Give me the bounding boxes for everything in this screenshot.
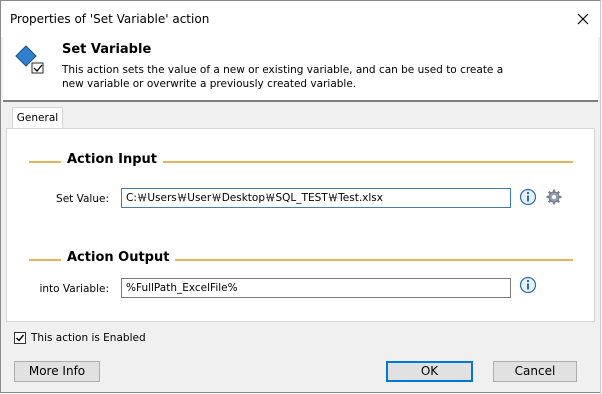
- ok-button[interactable]: OK: [386, 361, 473, 382]
- enabled-label: This action is Enabled: [31, 332, 146, 344]
- action-header: Set Variable This action sets the value …: [3, 37, 598, 102]
- general-tab-panel: Action Input Set Value: C:￦Users￦User￦De…: [6, 128, 595, 322]
- action-description: This action sets the value of a new or e…: [62, 64, 504, 90]
- into-variable-input[interactable]: %FullPath_ExcelFile%: [121, 278, 511, 298]
- info-icon[interactable]: [519, 276, 537, 294]
- input-section-title: Action Input: [61, 152, 164, 167]
- set-variable-icon: [15, 45, 44, 74]
- properties-dialog: Properties of 'Set Variable' action Set …: [0, 0, 601, 393]
- window-title: Properties of 'Set Variable' action: [10, 12, 210, 26]
- set-value-label: Set Value:: [56, 193, 109, 205]
- check-icon: [16, 334, 25, 342]
- into-variable-label: into Variable:: [39, 283, 109, 295]
- tab-general[interactable]: General: [12, 107, 63, 128]
- gear-icon[interactable]: [545, 188, 563, 206]
- action-name: Set Variable: [62, 42, 152, 57]
- cancel-button[interactable]: Cancel: [493, 361, 577, 382]
- close-button[interactable]: [566, 1, 600, 37]
- info-icon[interactable]: [519, 188, 537, 206]
- enabled-checkbox[interactable]: [14, 332, 26, 344]
- more-info-button[interactable]: More Info: [14, 361, 100, 382]
- title-bar: Properties of 'Set Variable' action: [1, 1, 600, 37]
- enabled-row: This action is Enabled: [14, 332, 146, 344]
- set-value-input[interactable]: C:￦Users￦User￦Desktop￦SQL_TEST￦Test.xlsx: [121, 188, 511, 208]
- output-section-title: Action Output: [61, 250, 176, 265]
- close-icon: [577, 13, 589, 25]
